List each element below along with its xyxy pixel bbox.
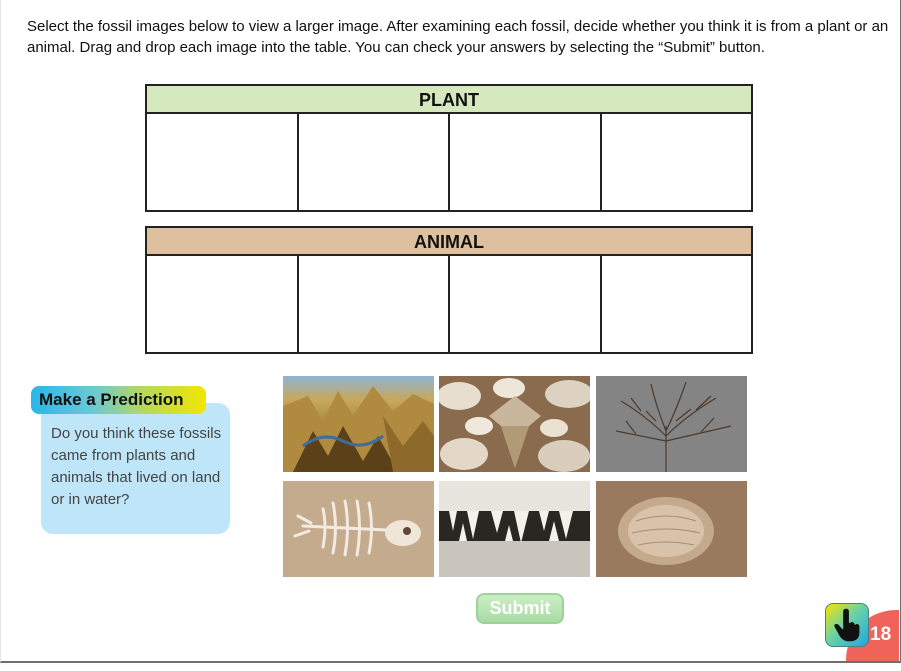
jaw-teeth-fossil-image[interactable] bbox=[439, 481, 590, 577]
plant-drop-slot[interactable] bbox=[602, 114, 752, 210]
animal-drop-slot[interactable] bbox=[299, 256, 450, 352]
plant-table: PLANT bbox=[145, 84, 753, 212]
fern-leaf-fossil-icon bbox=[596, 376, 747, 472]
plant-drop-slot[interactable] bbox=[299, 114, 450, 210]
jaw-teeth-fossil-icon bbox=[439, 481, 590, 577]
shell-imprint-fossil-image[interactable] bbox=[596, 481, 747, 577]
prediction-title: Make a Prediction bbox=[31, 386, 206, 414]
shark-teeth-fossil-image[interactable] bbox=[439, 376, 590, 472]
hand-pointer-icon[interactable] bbox=[825, 603, 869, 647]
prediction-question: Do you think these fossils came from pla… bbox=[51, 425, 222, 508]
shell-imprint-fossil-icon bbox=[596, 481, 747, 577]
animal-drop-slot[interactable] bbox=[147, 256, 299, 352]
turtle-skeleton-fossil-icon bbox=[283, 481, 434, 577]
animal-table: ANIMAL bbox=[145, 226, 753, 354]
rock-formation-fossil-icon bbox=[283, 376, 434, 472]
shark-teeth-fossil-icon bbox=[439, 376, 590, 472]
page-number: 18 bbox=[870, 624, 892, 645]
fern-leaf-fossil-image[interactable] bbox=[596, 376, 747, 472]
plant-drop-slot[interactable] bbox=[450, 114, 602, 210]
plant-drop-slot[interactable] bbox=[147, 114, 299, 210]
animal-drop-slot[interactable] bbox=[602, 256, 752, 352]
animal-drop-slot[interactable] bbox=[450, 256, 602, 352]
rock-formation-fossil-image[interactable] bbox=[283, 376, 434, 472]
turtle-skeleton-fossil-image[interactable] bbox=[283, 481, 434, 577]
plant-table-header: PLANT bbox=[147, 86, 751, 114]
submit-button[interactable]: Submit bbox=[476, 593, 564, 624]
instructions-text: Select the fossil images below to view a… bbox=[27, 18, 889, 56]
animal-table-header: ANIMAL bbox=[147, 228, 751, 256]
